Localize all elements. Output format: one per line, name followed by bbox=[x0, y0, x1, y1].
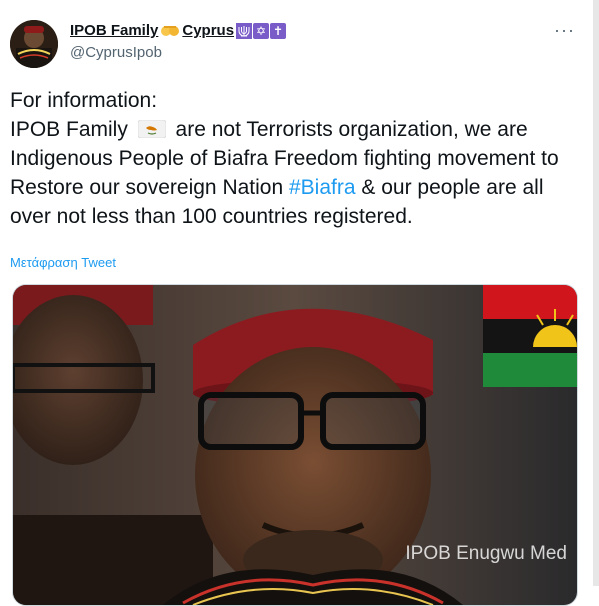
user-handle[interactable]: @CyprusIpob bbox=[70, 44, 162, 61]
image-watermark: IPOB Enugwu Med bbox=[405, 543, 567, 564]
display-name-suffix[interactable]: Cyprus bbox=[182, 22, 234, 39]
tweet-text-line1: For information: bbox=[10, 89, 158, 112]
tweet-photo[interactable]: IPOB Enugwu Med bbox=[12, 284, 578, 606]
cyprus-flag-icon bbox=[137, 117, 167, 139]
tweet-text: For information: IPOB Family are not Ter… bbox=[10, 86, 580, 231]
tweet-text-body: IPOB Family are not Terrorists organizat… bbox=[10, 115, 580, 231]
menorah-icon bbox=[236, 22, 253, 39]
translate-tweet-link[interactable]: Μετάφραση Tweet bbox=[10, 255, 116, 270]
display-name-row[interactable]: IPOB Family Cyprus ✡ ✝ bbox=[70, 22, 287, 39]
avatar[interactable] bbox=[10, 20, 58, 68]
tweet-text-prefix: IPOB Family bbox=[10, 118, 128, 141]
name-symbols: ✡ ✝ bbox=[236, 22, 287, 39]
more-options-icon[interactable]: ··· bbox=[554, 20, 575, 41]
latin-cross-icon: ✝ bbox=[270, 22, 287, 39]
tweet-card: IPOB Family Cyprus ✡ ✝ @CyprusIpob ··· F… bbox=[0, 0, 593, 606]
star-of-david-icon: ✡ bbox=[253, 22, 270, 39]
hands-emoji-icon bbox=[160, 23, 180, 39]
scrollbar-track[interactable] bbox=[593, 0, 599, 586]
display-name[interactable]: IPOB Family bbox=[70, 22, 158, 39]
hashtag-link[interactable]: #Biafra bbox=[289, 176, 356, 199]
